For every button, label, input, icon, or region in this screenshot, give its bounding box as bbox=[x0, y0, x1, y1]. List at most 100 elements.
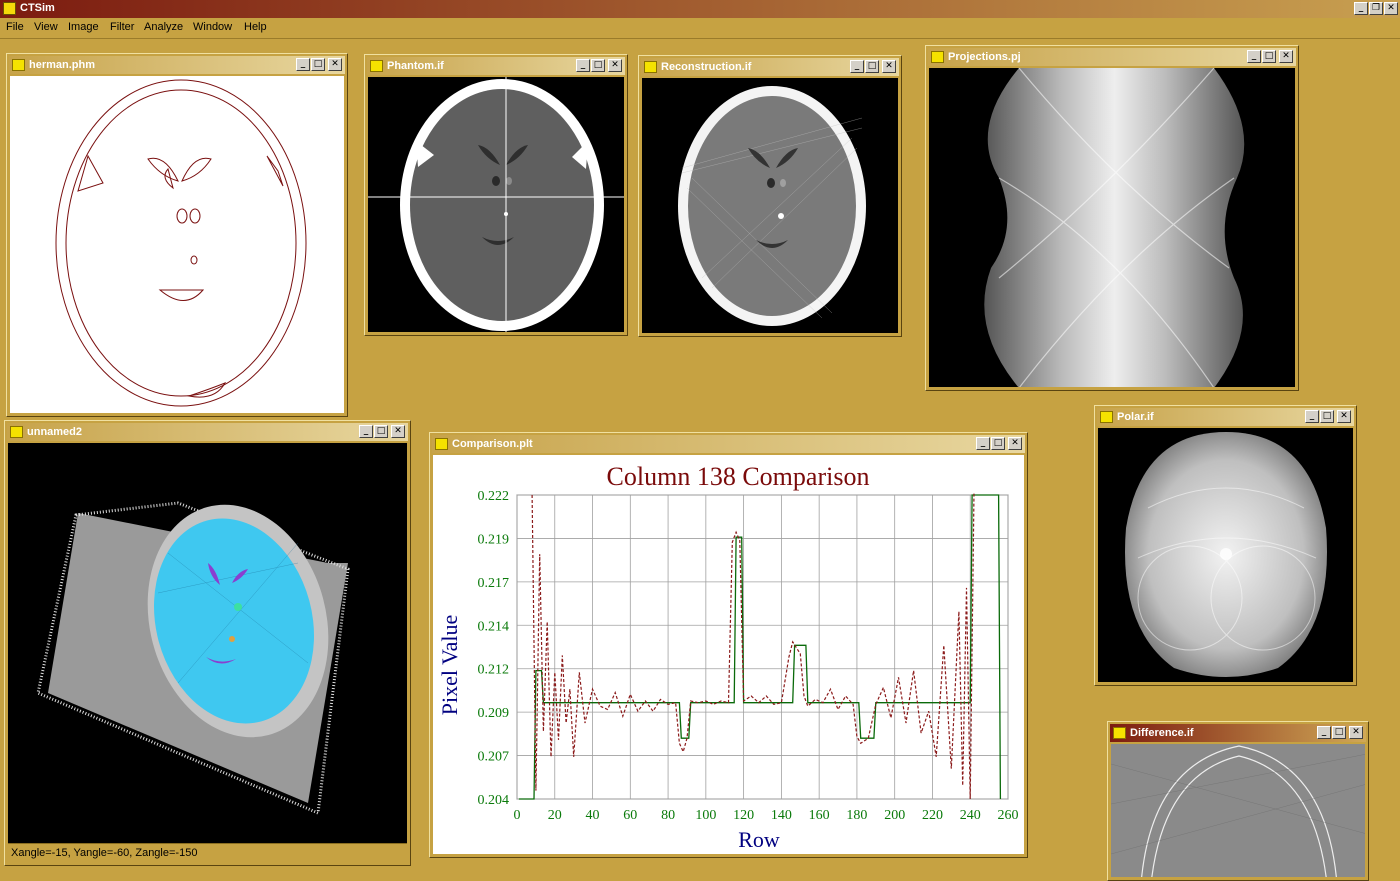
window-titlebar[interactable]: Reconstruction.if _ □ ✕ bbox=[641, 58, 899, 76]
window-titlebar[interactable]: Polar.if _ □ ✕ bbox=[1097, 408, 1354, 426]
x-tick-label: 160 bbox=[809, 808, 830, 823]
minimize-icon[interactable]: _ bbox=[576, 59, 590, 72]
x-tick-label: 60 bbox=[623, 808, 637, 823]
maximize-icon[interactable]: □ bbox=[1262, 50, 1276, 63]
app-window-controls: _ ❐ ✕ bbox=[1354, 2, 1398, 15]
document-icon bbox=[370, 60, 383, 72]
document-icon bbox=[1100, 411, 1113, 423]
minimize-icon[interactable]: _ bbox=[976, 437, 990, 450]
document-icon bbox=[1113, 727, 1126, 739]
window-difference-if[interactable]: Difference.if _ □ ✕ bbox=[1107, 721, 1369, 881]
reconstruction-image bbox=[642, 78, 898, 333]
menu-view[interactable]: View bbox=[34, 21, 58, 33]
y-tick-label: 0.222 bbox=[478, 489, 510, 504]
difference-image bbox=[1111, 744, 1365, 877]
close-icon[interactable]: ✕ bbox=[391, 425, 405, 438]
menu-analyze[interactable]: Analyze bbox=[144, 21, 183, 33]
window-titlebar[interactable]: Difference.if _ □ ✕ bbox=[1110, 724, 1366, 742]
y-tick-label: 0.219 bbox=[478, 532, 510, 547]
y-tick-label: 0.212 bbox=[478, 663, 510, 678]
menu-help[interactable]: Help bbox=[244, 21, 267, 33]
phantom-image bbox=[368, 77, 624, 332]
sinogram-render bbox=[984, 68, 1245, 387]
window-titlebar[interactable]: Projections.pj _ □ ✕ bbox=[928, 48, 1296, 66]
close-icon[interactable]: ✕ bbox=[1008, 437, 1022, 450]
close-icon[interactable]: ✕ bbox=[1349, 726, 1363, 739]
window-titlebar[interactable]: Phantom.if _ □ ✕ bbox=[367, 57, 625, 75]
window-titlebar[interactable]: herman.phm _ □ ✕ bbox=[9, 56, 345, 74]
restore-icon[interactable]: ❐ bbox=[1369, 2, 1383, 15]
y-tick-label: 0.209 bbox=[478, 706, 510, 721]
x-tick-label: 220 bbox=[922, 808, 943, 823]
difference-render bbox=[1111, 745, 1365, 877]
close-icon[interactable]: ✕ bbox=[882, 60, 896, 73]
maximize-icon[interactable]: □ bbox=[311, 58, 325, 71]
close-icon[interactable]: ✕ bbox=[1384, 2, 1398, 15]
maximize-icon[interactable]: □ bbox=[591, 59, 605, 72]
close-icon[interactable]: ✕ bbox=[608, 59, 622, 72]
menu-window[interactable]: Window bbox=[193, 21, 232, 33]
minimize-icon[interactable]: _ bbox=[1317, 726, 1331, 739]
minimize-icon[interactable]: _ bbox=[1247, 50, 1261, 63]
window-title: Reconstruction.if bbox=[661, 61, 752, 73]
close-icon[interactable]: ✕ bbox=[1279, 50, 1293, 63]
maximize-icon[interactable]: □ bbox=[1320, 410, 1334, 423]
minimize-icon[interactable]: _ bbox=[359, 425, 373, 438]
close-icon[interactable]: ✕ bbox=[328, 58, 342, 71]
menu-filter[interactable]: Filter bbox=[110, 21, 134, 33]
app-title: CTSim bbox=[20, 2, 55, 14]
app-icon bbox=[3, 2, 16, 15]
window-title: Polar.if bbox=[1117, 411, 1154, 423]
menu-file[interactable]: File bbox=[6, 21, 24, 33]
series-line-phantom bbox=[518, 494, 1002, 800]
x-tick-label: 100 bbox=[695, 808, 716, 823]
minimize-icon[interactable]: _ bbox=[296, 58, 310, 71]
x-tick-label: 200 bbox=[884, 808, 905, 823]
minimize-icon[interactable]: _ bbox=[1305, 410, 1319, 423]
document-icon bbox=[12, 59, 25, 71]
polar-image bbox=[1098, 428, 1353, 682]
x-tick-label: 240 bbox=[960, 808, 981, 823]
series-line-reconstruction bbox=[531, 491, 975, 800]
x-tick-label: 140 bbox=[771, 808, 792, 823]
menu-image[interactable]: Image bbox=[68, 21, 99, 33]
window-herman-phm[interactable]: herman.phm _ □ ✕ bbox=[6, 53, 348, 417]
chart-title: Column 138 Comparison bbox=[607, 462, 870, 491]
window-title: unnamed2 bbox=[27, 426, 83, 438]
window-titlebar[interactable]: Comparison.plt _ □ ✕ bbox=[432, 435, 1025, 453]
app-titlebar: CTSim _ ❐ ✕ bbox=[0, 0, 1400, 18]
window-comparison-plt[interactable]: Comparison.plt _ □ ✕ Column 138 Comparison… bbox=[429, 432, 1028, 858]
window-titlebar[interactable]: unnamed2 _ □ ✕ bbox=[7, 423, 408, 441]
window-polar-if[interactable]: Polar.if _ □ ✕ bbox=[1094, 405, 1357, 686]
menu-bar: File View Image Filter Analyze Window He… bbox=[0, 18, 1400, 39]
document-icon bbox=[435, 438, 448, 450]
status-bar: Xangle=-15, Yangle=-60, Zangle=-150 bbox=[8, 843, 407, 862]
x-axis-label: Row bbox=[738, 827, 780, 852]
close-icon[interactable]: ✕ bbox=[1337, 410, 1351, 423]
window-title: Comparison.plt bbox=[452, 438, 533, 450]
minimize-icon[interactable]: _ bbox=[850, 60, 864, 73]
window-phantom-if[interactable]: Phantom.if _ □ ✕ bbox=[364, 54, 628, 336]
maximize-icon[interactable]: □ bbox=[991, 437, 1005, 450]
document-icon bbox=[644, 61, 657, 73]
surface-3d-view[interactable] bbox=[8, 443, 407, 843]
x-tick-label: 180 bbox=[846, 808, 867, 823]
window-unnamed2[interactable]: unnamed2 _ □ ✕ Xangle=-15, Yangle=-60, Zan… bbox=[4, 420, 411, 866]
polar-render bbox=[1125, 432, 1327, 677]
minimize-icon[interactable]: _ bbox=[1354, 2, 1368, 15]
x-tick-label: 20 bbox=[548, 808, 562, 823]
plot-frame bbox=[516, 494, 1009, 800]
maximize-icon[interactable]: □ bbox=[1332, 726, 1346, 739]
window-projections-pj[interactable]: Projections.pj _ □ ✕ bbox=[925, 45, 1299, 391]
x-tick-label: 40 bbox=[586, 808, 600, 823]
phantom-outline-view bbox=[10, 76, 344, 413]
comparison-chart: Column 138 Comparison Row Pixel Value 0 2… bbox=[437, 462, 1019, 852]
x-tick-label: 260 bbox=[998, 808, 1019, 823]
window-reconstruction-if[interactable]: Reconstruction.if _ □ ✕ bbox=[638, 55, 902, 337]
y-axis-label: Pixel Value bbox=[437, 615, 462, 715]
window-title: Phantom.if bbox=[387, 60, 444, 72]
plot-area: Column 138 Comparison Row Pixel Value 0 2… bbox=[433, 455, 1024, 854]
sinogram-image bbox=[929, 68, 1295, 387]
maximize-icon[interactable]: □ bbox=[374, 425, 388, 438]
maximize-icon[interactable]: □ bbox=[865, 60, 879, 73]
